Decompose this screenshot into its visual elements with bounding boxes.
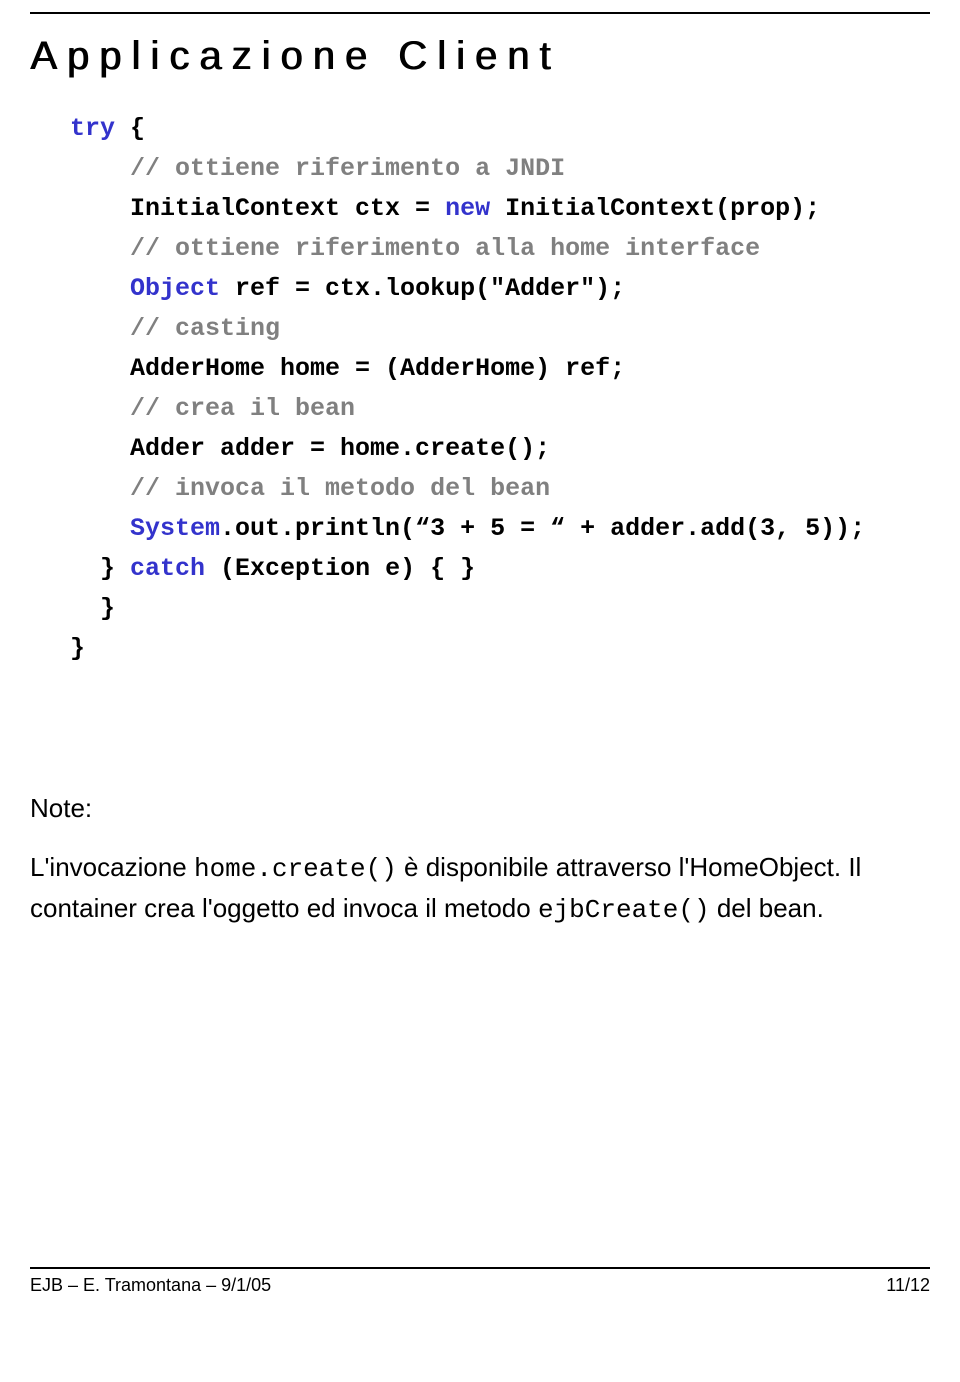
- notes-mono: home.create(): [194, 854, 397, 884]
- page-footer: EJB – E. Tramontana – 9/1/05 11/12: [30, 1250, 930, 1296]
- footer-left: EJB – E. Tramontana – 9/1/05: [30, 1275, 271, 1296]
- code-kw-new: new: [445, 194, 490, 223]
- code-comment: // casting: [130, 314, 280, 343]
- page-title: Applicazione Client: [30, 34, 930, 79]
- code-type-object: Object: [130, 274, 220, 303]
- code-block: try { // ottiene riferimento a JNDI Init…: [70, 109, 930, 669]
- code-text: {: [115, 114, 145, 143]
- code-text: }: [70, 634, 85, 663]
- code-text: ref = ctx.lookup("Adder");: [220, 274, 625, 303]
- code-text: Adder adder = home.create();: [130, 434, 550, 463]
- code-comment: // ottiene riferimento a JNDI: [130, 154, 565, 183]
- notes-mono: ejbCreate(): [538, 895, 710, 925]
- footer-row: EJB – E. Tramontana – 9/1/05 11/12: [30, 1275, 930, 1296]
- bottom-rule: [30, 1267, 930, 1269]
- notes-text: L'invocazione: [30, 852, 194, 882]
- code-text: }: [100, 554, 130, 583]
- code-type-system: System: [130, 514, 220, 543]
- footer-right: 11/12: [886, 1275, 930, 1296]
- code-kw-catch: catch: [130, 554, 205, 583]
- code-text: InitialContext ctx =: [130, 194, 445, 223]
- notes-section: Note: L'invocazione home.create() è disp…: [30, 789, 930, 930]
- top-rule: [30, 12, 930, 14]
- page: Applicazione Client try { // ottiene rif…: [0, 12, 960, 1316]
- code-kw-try: try: [70, 114, 115, 143]
- code-comment: // ottiene riferimento alla home interfa…: [130, 234, 760, 263]
- code-text: (Exception e) { }: [205, 554, 475, 583]
- notes-label: Note:: [30, 789, 930, 828]
- notes-text: del bean.: [710, 893, 824, 923]
- code-comment: // invoca il metodo del bean: [130, 474, 550, 503]
- code-text: InitialContext(prop);: [490, 194, 820, 223]
- code-text: AdderHome home = (AdderHome) ref;: [130, 354, 625, 383]
- code-text: }: [70, 594, 115, 623]
- code-text: .out.println(“3 + 5 = “ + adder.add(3, 5…: [220, 514, 865, 543]
- code-comment: // crea il bean: [130, 394, 355, 423]
- notes-paragraph: L'invocazione home.create() è disponibil…: [30, 848, 930, 930]
